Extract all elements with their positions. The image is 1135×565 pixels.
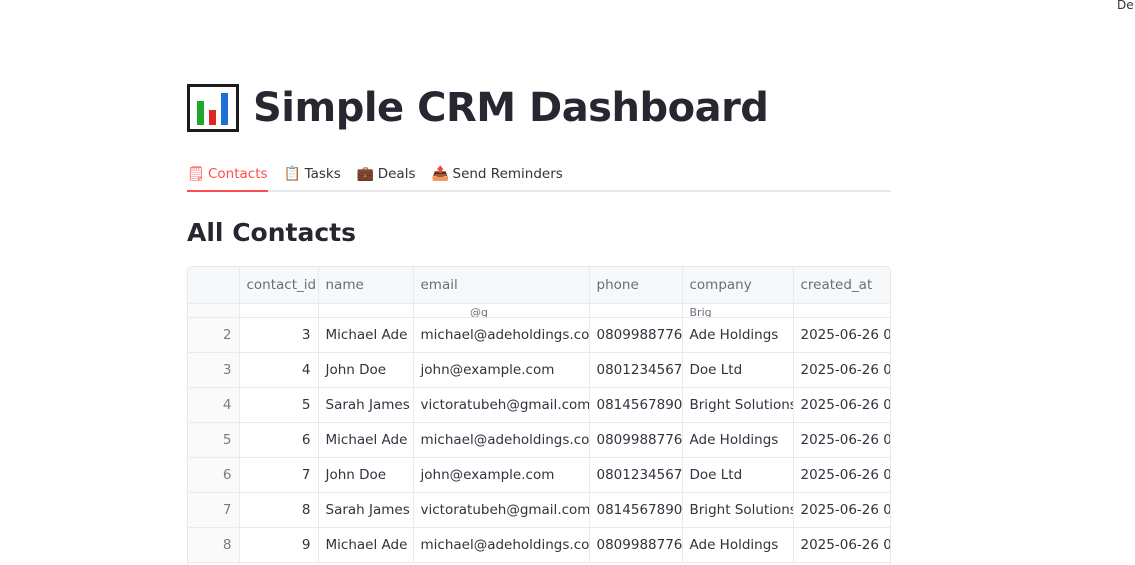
table-cell-company[interactable]: Ade Holdings — [682, 317, 794, 353]
table-cell-contact-id[interactable]: 4 — [239, 352, 319, 388]
table-row[interactable]: 4 5 Sarah James victoratubeh@gmail.com 08145… — [188, 387, 890, 423]
row-index-cell[interactable]: 4 — [188, 387, 240, 423]
table-cell-created-at[interactable]: 2025-06-26 07:5 — [793, 527, 890, 563]
briefcase-icon: 💼 — [356, 166, 375, 182]
table-row-partial[interactable]: _________@g Brig — [188, 303, 890, 318]
table-cell-email[interactable]: john@example.com — [413, 352, 590, 388]
table-cell-contact-id[interactable]: 8 — [239, 492, 319, 528]
table-cell-phone[interactable]: 08145678901 — [589, 492, 683, 528]
table-cell[interactable]: Brig — [682, 303, 794, 318]
table-cell-contact-id[interactable]: 9 — [239, 527, 319, 563]
table-cell-email[interactable]: victoratubeh@gmail.com — [413, 387, 590, 423]
table-cell-name[interactable]: Sarah James — [318, 492, 414, 528]
table-cell-name[interactable]: Michael Ade — [318, 422, 414, 458]
table-header-row: contact_id name email phone company crea… — [188, 267, 890, 304]
table-row[interactable]: 5 6 Michael Ade michael@adeholdings.com 0809… — [188, 422, 890, 458]
table-cell-created-at[interactable]: 2025-06-26 07:5 — [793, 492, 890, 528]
table-cell[interactable]: _________@g — [413, 303, 590, 318]
table-row[interactable]: 3 4 John Doe john@example.com 08012345678 Doe… — [188, 352, 890, 388]
page-header: Simple CRM Dashboard — [187, 84, 769, 132]
table-cell-email[interactable]: victoratubeh@gmail.com — [413, 492, 590, 528]
row-index-cell[interactable]: 7 — [188, 492, 240, 528]
table-cell-contact-id[interactable]: 5 — [239, 387, 319, 423]
table-cell-phone[interactable]: 08012345678 — [589, 352, 683, 388]
table-cell-created-at[interactable]: 2025-06-26 07:5 — [793, 387, 890, 423]
table-cell-name[interactable]: Michael Ade — [318, 317, 414, 353]
table-cell-email[interactable]: michael@adeholdings.com — [413, 527, 590, 563]
table-cell-contact-id[interactable]: 6 — [239, 422, 319, 458]
table-cell-name[interactable]: Sarah James — [318, 387, 414, 423]
table-cell-company[interactable]: Doe Ltd — [682, 457, 794, 493]
column-header-created-at[interactable]: created_at — [793, 267, 890, 304]
column-header-email[interactable]: email — [413, 267, 590, 304]
deploy-button-partial[interactable]: De — [1117, 0, 1135, 12]
table-cell-email[interactable]: michael@adeholdings.com — [413, 317, 590, 353]
table-cell-phone[interactable]: 08099887766 — [589, 527, 683, 563]
outbox-tray-icon: 📤 — [431, 166, 449, 182]
page-title: Simple CRM Dashboard — [253, 85, 769, 131]
tab-deals[interactable]: 💼 Deals — [357, 158, 416, 190]
table-cell-company[interactable]: Ade Holdings — [682, 527, 794, 563]
column-header-contact-id[interactable]: contact_id — [239, 267, 319, 304]
row-index-cell[interactable]: 2 — [188, 317, 240, 353]
table-cell-name[interactable]: John Doe — [318, 352, 414, 388]
table-cell-email[interactable]: michael@adeholdings.com — [413, 422, 590, 458]
tab-send-reminders[interactable]: 📤 Send Reminders — [432, 158, 563, 190]
column-header-index[interactable] — [188, 267, 240, 304]
table-cell-name[interactable]: John Doe — [318, 457, 414, 493]
clipboard-icon: 📋 — [283, 166, 301, 182]
tab-label: Send Reminders — [452, 166, 563, 182]
table-row[interactable]: 6 7 John Doe john@example.com 08012345678 Doe… — [188, 457, 890, 493]
tab-label: Deals — [377, 166, 416, 182]
table-cell-email[interactable]: john@example.com — [413, 457, 590, 493]
table-cell-created-at[interactable]: 2025-06-26 05:5 — [793, 317, 890, 353]
tab-bar: 🗒 Contacts 📋 Tasks 💼 Deals 📤 Send Remind… — [187, 158, 891, 192]
column-header-name[interactable]: name — [318, 267, 414, 304]
tab-contacts[interactable]: 🗒 Contacts — [187, 158, 268, 192]
table-cell-phone[interactable]: 08012345678 — [589, 457, 683, 493]
notepad-icon: 🗒 — [187, 166, 205, 182]
table-cell-phone[interactable]: 08145678901 — [589, 387, 683, 423]
table-cell-company[interactable]: Doe Ltd — [682, 352, 794, 388]
row-index-cell[interactable]: 3 — [188, 352, 240, 388]
contacts-dataframe[interactable]: contact_id name email phone company crea… — [187, 266, 891, 565]
column-header-phone[interactable]: phone — [589, 267, 683, 304]
table-row[interactable]: 7 8 Sarah James victoratubeh@gmail.com 08145… — [188, 492, 890, 528]
table-cell-company[interactable]: Ade Holdings — [682, 422, 794, 458]
table-cell-contact-id[interactable]: 3 — [239, 317, 319, 353]
row-index-cell[interactable]: 5 — [188, 422, 240, 458]
table-cell-created-at[interactable]: 2025-06-26 07:5 — [793, 352, 890, 388]
bar-chart-icon — [187, 84, 239, 132]
table-cell-created-at[interactable]: 2025-06-26 07:5 — [793, 422, 890, 458]
tab-label: Contacts — [208, 166, 268, 182]
table-row[interactable]: 2 3 Michael Ade michael@adeholdings.com 0809… — [188, 317, 890, 353]
table-cell-name[interactable]: Michael Ade — [318, 527, 414, 563]
contacts-table: contact_id name email phone company crea… — [188, 267, 890, 563]
row-index-cell[interactable]: 6 — [188, 457, 240, 493]
table-row[interactable]: 8 9 Michael Ade michael@adeholdings.com 0809… — [188, 527, 890, 563]
tab-tasks[interactable]: 📋 Tasks — [284, 158, 341, 190]
section-title: All Contacts — [187, 218, 356, 247]
column-header-company[interactable]: company — [682, 267, 794, 304]
table-cell-created-at[interactable]: 2025-06-26 07:5 — [793, 457, 890, 493]
table-cell-phone[interactable]: 08099887766 — [589, 317, 683, 353]
table-cell-contact-id[interactable]: 7 — [239, 457, 319, 493]
tab-label: Tasks — [304, 166, 341, 182]
row-index-cell[interactable]: 8 — [188, 527, 240, 563]
table-cell-company[interactable]: Bright Solutions — [682, 387, 794, 423]
table-cell-phone[interactable]: 08099887766 — [589, 422, 683, 458]
table-cell-company[interactable]: Bright Solutions — [682, 492, 794, 528]
